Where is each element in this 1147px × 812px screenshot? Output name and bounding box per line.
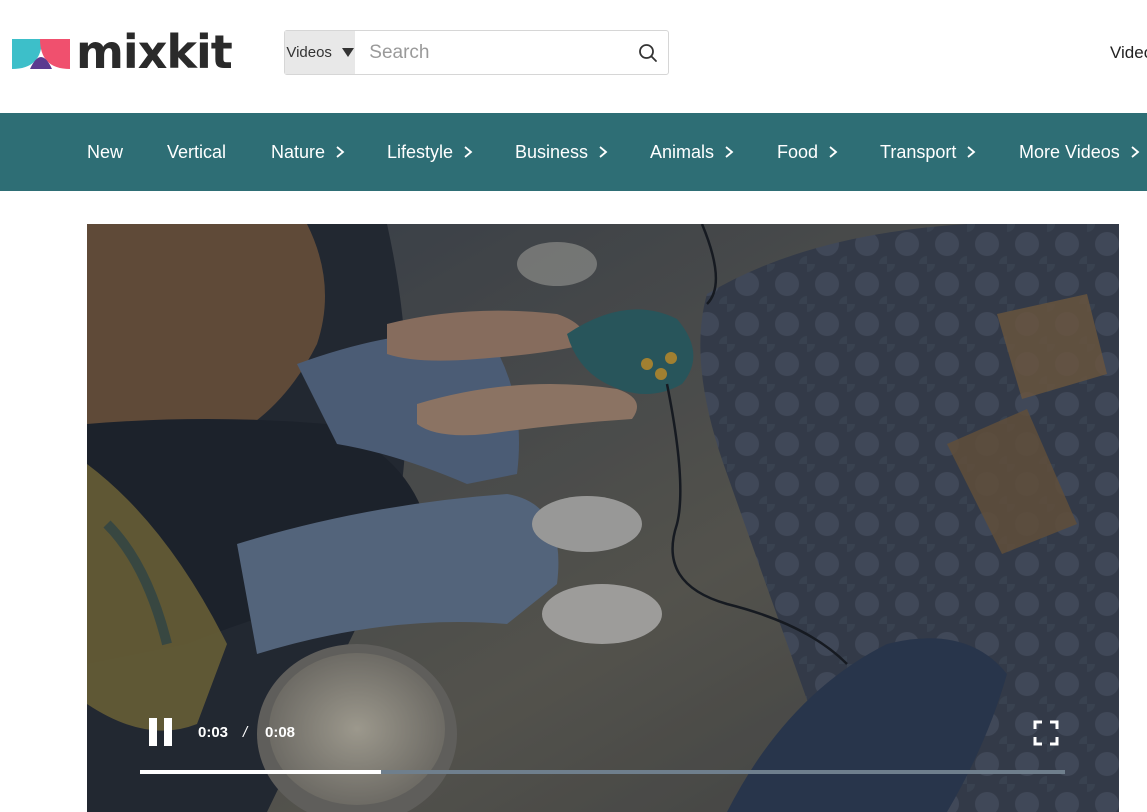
search-input[interactable]: [355, 31, 629, 74]
nav-item-food[interactable]: Food: [777, 113, 840, 191]
fullscreen-button[interactable]: [1033, 720, 1059, 746]
nav-item-animals[interactable]: Animals: [650, 113, 736, 191]
category-nav-list: New Vertical Nature Lifestyle Business A…: [0, 113, 1147, 191]
chevron-right-icon: [967, 146, 976, 158]
nav-item-label: New: [87, 141, 124, 162]
chevron-right-icon: [829, 146, 838, 158]
nav-item-new[interactable]: New: [87, 113, 123, 191]
nav-item-business[interactable]: Business: [515, 113, 610, 191]
nav-item-label: Business: [515, 141, 589, 162]
nav-item-label: Animals: [650, 141, 715, 162]
caret-down-icon: [341, 48, 354, 57]
pause-icon-bar: [164, 718, 172, 746]
chevron-right-icon: [599, 146, 608, 158]
nav-item-label: Food: [777, 141, 819, 162]
search-type-dropdown[interactable]: Videos: [285, 31, 356, 74]
nav-item-label: Transport: [880, 141, 957, 162]
nav-item-label: More Videos: [1019, 141, 1120, 162]
chevron-right-icon: [725, 146, 734, 158]
top-nav-link-videos[interactable]: Videos: [1110, 43, 1147, 63]
nav-item-nature[interactable]: Nature: [271, 113, 347, 191]
search-bar: Videos: [284, 30, 669, 75]
logo-mark-icon: [12, 39, 70, 69]
site-header: mixkit Videos Videos: [0, 0, 1147, 113]
nav-item-label: Lifestyle: [387, 141, 454, 162]
progress-bar[interactable]: [140, 770, 1065, 774]
pause-button[interactable]: [147, 718, 175, 746]
chevron-right-icon: [336, 146, 345, 158]
fullscreen-icon: [1033, 720, 1059, 746]
video-player[interactable]: 0:03 / 0:08: [87, 224, 1119, 812]
search-button[interactable]: [628, 31, 668, 74]
category-nav: New Vertical Nature Lifestyle Business A…: [0, 113, 1147, 191]
nav-item-more-videos[interactable]: More Videos: [1019, 113, 1142, 191]
chevron-right-icon: [1131, 146, 1140, 158]
video-frame: [87, 224, 1119, 812]
nav-item-transport[interactable]: Transport: [880, 113, 978, 191]
nav-item-vertical[interactable]: Vertical: [167, 113, 226, 191]
search-type-label: Videos: [286, 44, 332, 61]
pause-icon: [149, 718, 157, 746]
search-icon: [639, 43, 658, 62]
mixkit-logo[interactable]: mixkit: [12, 25, 233, 82]
chevron-right-icon: [464, 146, 473, 158]
progress-fill: [140, 770, 381, 774]
nav-item-lifestyle[interactable]: Lifestyle: [387, 113, 475, 191]
nav-item-label: Vertical: [167, 141, 227, 162]
logo-wordmark: mixkit: [76, 25, 233, 79]
nav-item-label: Nature: [271, 141, 326, 162]
